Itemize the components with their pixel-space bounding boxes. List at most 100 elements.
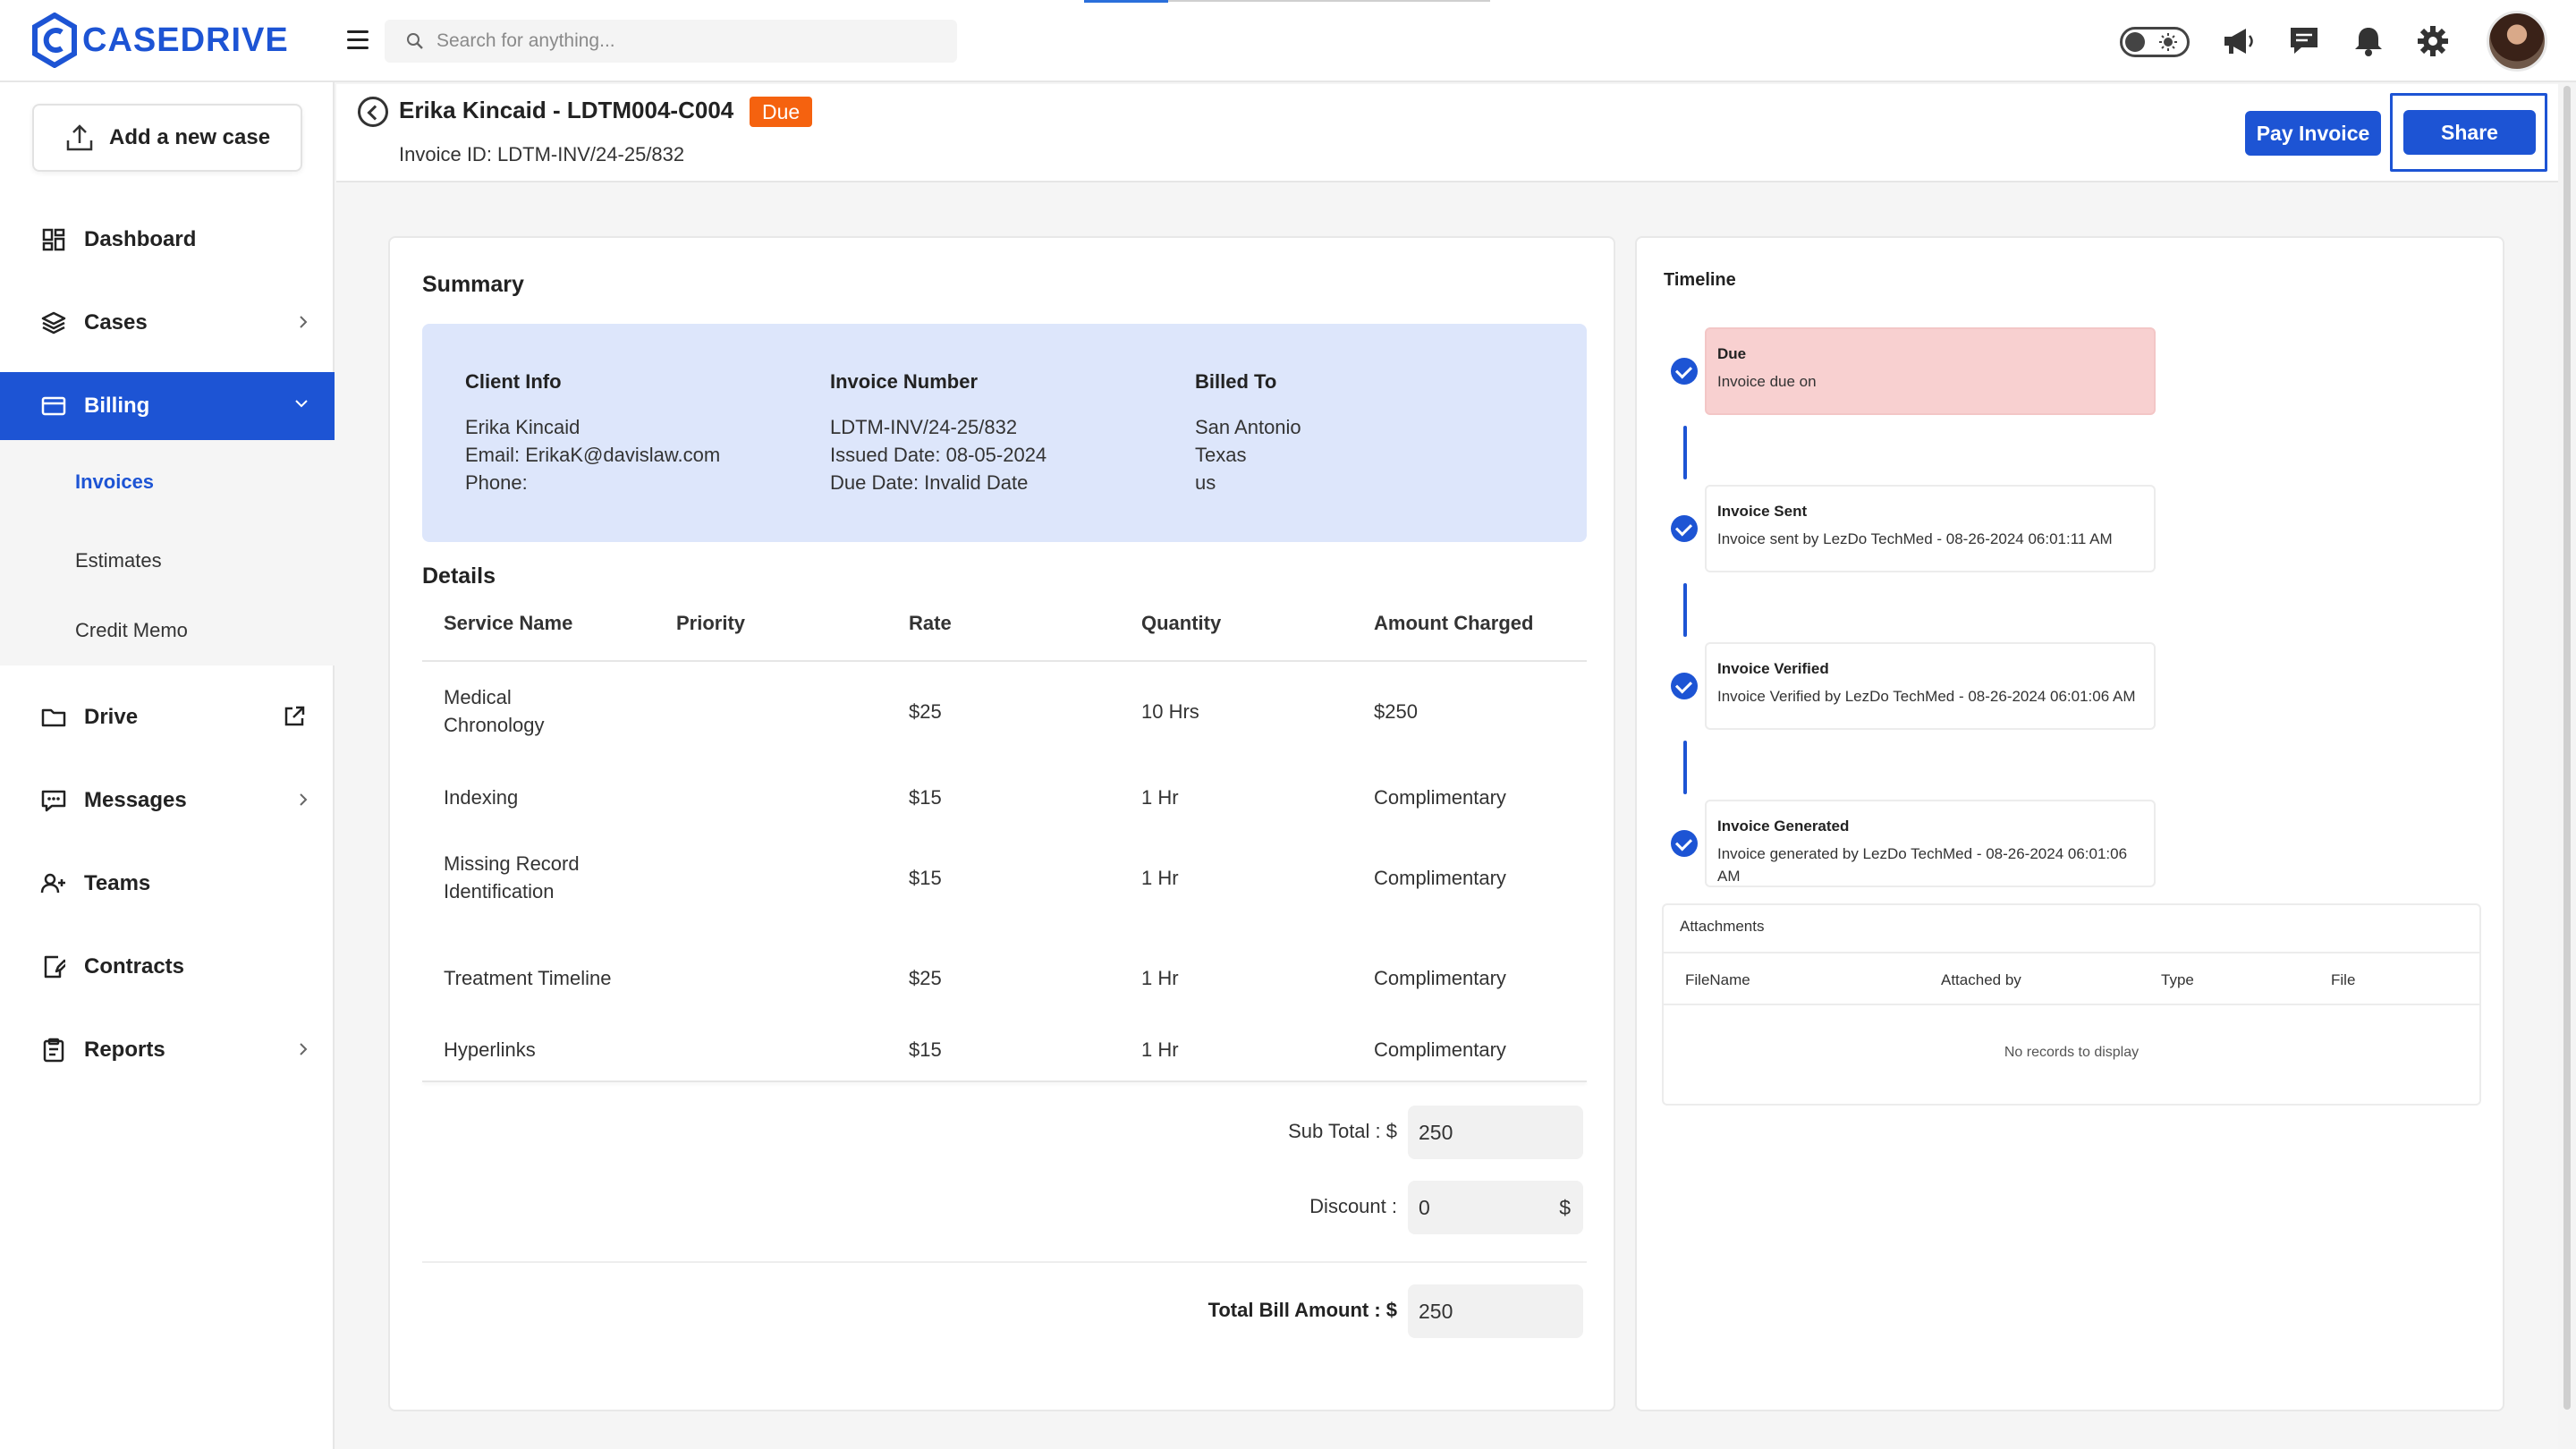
user-avatar[interactable] (2487, 11, 2547, 72)
folder-icon (39, 703, 68, 732)
search-bar[interactable] (385, 20, 957, 63)
timeline-event-due: Due Invoice due on (1705, 327, 2156, 415)
attachments-panel: Attachments FileName Attached by Type Fi… (1662, 903, 2481, 1106)
sidebar-item-contracts[interactable]: Contracts (0, 933, 335, 1001)
service-name: Medical Chronology (444, 686, 545, 736)
search-input[interactable] (436, 30, 937, 52)
billed-to-info: Billed To San Antonio Texas us (1195, 370, 1301, 496)
client-phone: Phone: (465, 471, 528, 494)
timeline-event-verified: Invoice Verified Invoice Verified by Lez… (1705, 642, 2156, 730)
timeline-event-title: Invoice Generated (1717, 818, 1850, 835)
table-row: Missing Record Identification $15 1 Hr C… (422, 834, 1587, 934)
subtotal-value: 250 (1419, 1120, 1453, 1144)
sidebar-item-label: Contracts (84, 954, 185, 979)
pay-invoice-button[interactable]: Pay Invoice (2245, 111, 2381, 156)
sidebar-item-label: Billing (84, 394, 150, 418)
quantity: 1 Hr (1141, 1038, 1179, 1061)
summary-title: Summary (422, 272, 524, 297)
sidebar-subitem-estimates[interactable]: Estimates (75, 549, 162, 572)
theme-toggle[interactable] (2120, 27, 2190, 57)
sidebar-item-dashboard[interactable]: Dashboard (0, 206, 335, 274)
share-button[interactable]: Share (2403, 110, 2536, 155)
layers-icon (39, 309, 68, 337)
quantity: 10 Hrs (1141, 700, 1199, 723)
table-header: Service Name Priority Rate Quantity Amou… (422, 587, 1587, 662)
external-link-icon[interactable] (283, 705, 306, 728)
timeline-event-desc: Invoice due on (1717, 373, 1817, 390)
invoice-id: Invoice ID: LDTM-INV/24-25/832 (399, 143, 685, 165)
sidebar-subitem-invoices[interactable]: Invoices (75, 470, 154, 494)
timeline-connector (1683, 426, 1687, 479)
quantity: 1 Hr (1141, 967, 1179, 989)
summary-box: Client Info Erika Kincaid Email: ErikaK@… (422, 324, 1587, 542)
scrollbar-thumb[interactable] (2563, 86, 2571, 1410)
clipboard-icon (39, 1036, 68, 1064)
column-header: Service Name (444, 612, 573, 634)
sidebar-item-drive[interactable]: Drive (0, 683, 335, 751)
settings-gear-icon[interactable] (2415, 23, 2451, 59)
billing-submenu: Invoices Estimates Credit Memo (0, 440, 335, 665)
billed-to-heading: Billed To (1195, 370, 1277, 393)
sidebar-item-teams[interactable]: Teams (0, 850, 335, 918)
timeline-event-desc: Invoice sent by LezDo TechMed - 08-26-20… (1717, 530, 2113, 547)
top-progress-track (1168, 0, 1490, 2)
sidebar-item-label: Cases (84, 310, 148, 335)
add-case-label: Add a new case (109, 125, 271, 149)
sidebar-item-label: Dashboard (84, 227, 197, 251)
check-circle-icon (1671, 515, 1698, 542)
table-row: Medical Chronology $25 10 Hrs $250 (422, 662, 1587, 762)
table-bottom-border (422, 1080, 1587, 1082)
total-bill-field: 250 (1408, 1284, 1583, 1338)
sidebar-item-label: Messages (84, 788, 187, 812)
megaphone-icon[interactable] (2220, 23, 2256, 59)
service-name: Missing Record Identification (444, 852, 580, 902)
chat-icon[interactable] (2286, 23, 2322, 59)
timeline-title: Timeline (1664, 270, 1736, 290)
sidebar-item-cases[interactable]: Cases (0, 289, 335, 357)
subtotal-field: 250 (1408, 1106, 1583, 1159)
add-case-button[interactable]: Add a new case (32, 104, 302, 172)
sidebar-item-label: Drive (84, 705, 139, 729)
message-icon (39, 786, 68, 815)
column-header: File (2331, 971, 2356, 988)
due-date: Due Date: Invalid Date (830, 471, 1029, 494)
discount-input[interactable]: 0 $ (1408, 1181, 1583, 1234)
upload-icon (66, 124, 93, 151)
check-circle-icon (1671, 830, 1698, 857)
brand-logo[interactable]: CASEDRIVE (32, 13, 289, 68)
sidebar-item-billing[interactable]: Billing (0, 372, 335, 440)
invoice-header: Erika Kincaid - LDTM004-C004 Due Invoice… (336, 84, 2576, 182)
rate: $25 (909, 967, 942, 989)
quantity: 1 Hr (1141, 786, 1179, 809)
rate: $15 (909, 867, 942, 889)
details-title: Details (422, 564, 496, 589)
bell-icon[interactable] (2351, 23, 2386, 59)
invoice-details-card: Summary Client Info Erika Kincaid Email:… (388, 236, 1615, 1411)
check-circle-icon (1671, 673, 1698, 699)
sidebar-subitem-credit-memo[interactable]: Credit Memo (75, 619, 188, 642)
timeline-event-title: Invoice Verified (1717, 660, 1829, 677)
total-bill-value: 250 (1419, 1299, 1453, 1323)
sidebar-item-messages[interactable]: Messages (0, 767, 335, 835)
attachments-title: Attachments (1680, 918, 1765, 935)
timeline-card: Timeline Due Invoice due on Invoice Sent… (1635, 236, 2504, 1411)
page-title: Erika Kincaid - LDTM004-C004 (399, 97, 734, 123)
timeline-event-generated: Invoice Generated Invoice generated by L… (1705, 800, 2156, 887)
timeline-connector (1683, 741, 1687, 794)
sun-icon (2159, 33, 2177, 51)
menu-toggle-icon[interactable] (347, 27, 374, 54)
column-header: Attached by (1941, 971, 2021, 988)
table-row: Indexing $15 1 Hr Complimentary (422, 762, 1587, 834)
toggle-knob (2125, 32, 2145, 52)
column-header: Amount Charged (1374, 612, 1534, 634)
invoice-number-info: Invoice Number LDTM-INV/24-25/832 Issued… (830, 370, 1046, 496)
card-icon (39, 392, 68, 420)
back-arrow-icon[interactable] (358, 97, 388, 127)
chevron-right-icon (300, 316, 308, 328)
chevron-right-icon (300, 793, 308, 806)
timeline-event-title: Due (1717, 345, 1747, 362)
discount-currency: $ (1559, 1195, 1571, 1219)
chevron-down-icon (295, 400, 308, 408)
rate: $15 (909, 1038, 942, 1061)
sidebar-item-reports[interactable]: Reports (0, 1016, 335, 1084)
